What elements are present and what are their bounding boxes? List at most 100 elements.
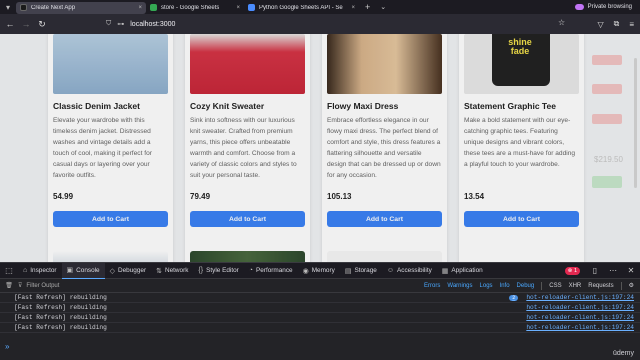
settings-gear-icon[interactable]: ⚙: [629, 282, 634, 289]
log-location[interactable]: hot-reloader-client.js:197:24: [526, 324, 640, 331]
product-description: Elevate your wardrobe with this timeless…: [53, 117, 152, 179]
new-tab-button[interactable]: +: [359, 2, 376, 12]
forward-arrow-icon[interactable]: →: [18, 19, 34, 29]
console-input-prompt[interactable]: »: [5, 342, 9, 351]
tab-performance[interactable]: ◔ Performance: [244, 263, 298, 279]
divider: [620, 281, 622, 290]
tab-console[interactable]: ▣ Console: [61, 262, 105, 279]
private-mask-icon: [574, 4, 584, 10]
add-to-cart-button[interactable]: Add to Cart: [53, 211, 168, 227]
tab-storage[interactable]: ▤ Storage: [340, 263, 382, 279]
udemy-watermark: ūdemy: [612, 350, 634, 357]
tab-debugger[interactable]: ◇ Debugger: [105, 263, 151, 279]
list-all-tabs-icon[interactable]: ▾: [0, 0, 16, 14]
devtools-panel: ⬚ ⌂ Inspector ▣ Console ◇ Debugger ⇅ Network…: [0, 262, 640, 360]
product-image: [327, 34, 442, 94]
tab-label: Python Google Sheets API - Se: [259, 4, 343, 11]
tab-style-editor[interactable]: {} Style Editor: [193, 263, 243, 279]
filter-logs[interactable]: Logs: [480, 283, 493, 289]
inspector-icon: ⌂: [23, 267, 28, 274]
product-card: Classic Denim Jacket Elevate your wardro…: [48, 34, 173, 262]
log-source-link[interactable]: 2 hot-reloader-client.js:197:24: [509, 294, 640, 301]
pocket-icon[interactable]: ▽: [597, 20, 603, 29]
tab-label: Performance: [256, 267, 293, 274]
close-tab-icon[interactable]: ×: [232, 5, 240, 11]
remove-button[interactable]: [592, 84, 622, 94]
cart-total: $219.50: [594, 155, 623, 164]
cart-panel: $219.50: [590, 34, 630, 262]
product-price: 54.99: [53, 192, 74, 201]
shield-icon[interactable]: ⛉: [106, 20, 111, 28]
tab-accessibility[interactable]: ☺ Accessibility: [382, 263, 437, 279]
toolbar-right: ▽ ⧉ ≡: [587, 19, 640, 29]
tab-label: Create Next App: [31, 4, 76, 11]
tab-python-sheets-api[interactable]: Python Google Sheets API - Se ×: [244, 2, 359, 14]
log-location[interactable]: hot-reloader-client.js:197:24: [526, 304, 640, 311]
remove-button[interactable]: [592, 55, 622, 65]
tab-create-next-app[interactable]: Create Next App ×: [16, 1, 146, 14]
tab-inspector[interactable]: ⌂ Inspector: [18, 263, 62, 279]
product-name: Cozy Knit Sweater: [190, 101, 265, 111]
tab-label: Style Editor: [206, 267, 239, 274]
filter-debug[interactable]: Debug: [517, 283, 535, 289]
close-tab-icon[interactable]: ×: [347, 5, 355, 11]
log-level-filters: Errors Warnings Logs Info Debug CSS XHR …: [417, 281, 640, 290]
storage-icon: ▤: [344, 267, 352, 275]
page-viewport: Classic Denim Jacket Elevate your wardro…: [0, 34, 640, 262]
reload-icon[interactable]: ↻: [34, 19, 50, 30]
devtools-toolbar-right: ⊗ 1 ▯ ⋯ ✕: [564, 266, 640, 275]
add-to-cart-button[interactable]: Add to Cart: [190, 211, 305, 227]
chevron-down-icon[interactable]: ⌄: [380, 3, 386, 11]
filter-warnings[interactable]: Warnings: [447, 283, 472, 289]
error-count-badge[interactable]: ⊗ 1: [564, 266, 580, 275]
extensions-icon[interactable]: ⧉: [614, 19, 620, 29]
product-price: 13.54: [464, 192, 485, 201]
tab-application[interactable]: ▦ Application: [437, 263, 488, 279]
page-scrollbar[interactable]: [634, 58, 637, 188]
log-location[interactable]: hot-reloader-client.js:197:24: [526, 294, 634, 301]
product-name: Statement Graphic Tee: [464, 101, 556, 111]
filter-errors[interactable]: Errors: [424, 283, 440, 289]
filter-placeholder: Filter Output: [26, 282, 60, 289]
responsive-mode-icon[interactable]: ▯: [586, 266, 604, 275]
filter-info[interactable]: Info: [500, 283, 510, 289]
tab-network[interactable]: ⇅ Network: [151, 263, 193, 279]
menu-icon[interactable]: ≡: [629, 20, 634, 29]
close-icon[interactable]: ✕: [622, 266, 640, 275]
bookmark-star-icon[interactable]: ☆: [558, 18, 565, 27]
tab-label: Accessibility: [396, 267, 432, 274]
url-text[interactable]: localhost:3000: [130, 21, 175, 28]
remove-button[interactable]: [592, 114, 622, 124]
tab-store-google-sheets[interactable]: store - Google Sheets ×: [146, 2, 244, 14]
trash-icon[interactable]: 🗑: [0, 282, 18, 289]
console-log-row: [Fast Refresh] rebuilding 2 hot-reloader-…: [0, 293, 640, 303]
add-to-cart-button[interactable]: Add to Cart: [327, 211, 442, 227]
filter-css[interactable]: CSS: [549, 283, 561, 289]
console-icon: ▣: [66, 267, 74, 274]
product-image-next-row: [327, 251, 442, 262]
log-location[interactable]: hot-reloader-client.js:197:24: [526, 314, 640, 321]
filter-xhr[interactable]: XHR: [569, 283, 582, 289]
private-browsing-label: Private browsing: [587, 4, 632, 10]
memory-icon: ◉: [302, 267, 309, 275]
tab-label: Storage: [354, 267, 377, 274]
address-bar[interactable]: ⛉ ⊶ localhost:3000: [106, 17, 175, 31]
more-options-icon[interactable]: ⋯: [604, 266, 622, 275]
tab-memory[interactable]: ◉ Memory: [298, 263, 340, 279]
debugger-icon: ◇: [109, 267, 115, 275]
close-tab-icon[interactable]: ×: [134, 5, 142, 11]
pick-element-icon[interactable]: ⬚: [0, 266, 18, 275]
checkout-button[interactable]: [592, 176, 622, 188]
product-card: Cozy Knit Sweater Sink into softness wit…: [185, 34, 310, 262]
filter-requests[interactable]: Requests: [588, 283, 613, 289]
add-to-cart-button[interactable]: Add to Cart: [464, 211, 579, 227]
filter-output-input[interactable]: ⊽ Filter Output: [18, 282, 60, 290]
back-arrow-icon[interactable]: ←: [2, 19, 18, 29]
navigation-toolbar: ← → ↻ ⛉ ⊶ localhost:3000 ▽ ⧉ ≡: [0, 14, 640, 34]
product-description: Make a bold statement with our eye-catch…: [464, 117, 576, 168]
page-info-icon[interactable]: ⊶: [117, 20, 124, 28]
tab-label: Debugger: [118, 267, 147, 274]
devtools-tabbar: ⬚ ⌂ Inspector ▣ Console ◇ Debugger ⇅ Network…: [0, 262, 640, 279]
repeat-count-badge: 2: [509, 295, 519, 301]
product-description: Embrace effortless elegance in our flowy…: [327, 117, 441, 179]
